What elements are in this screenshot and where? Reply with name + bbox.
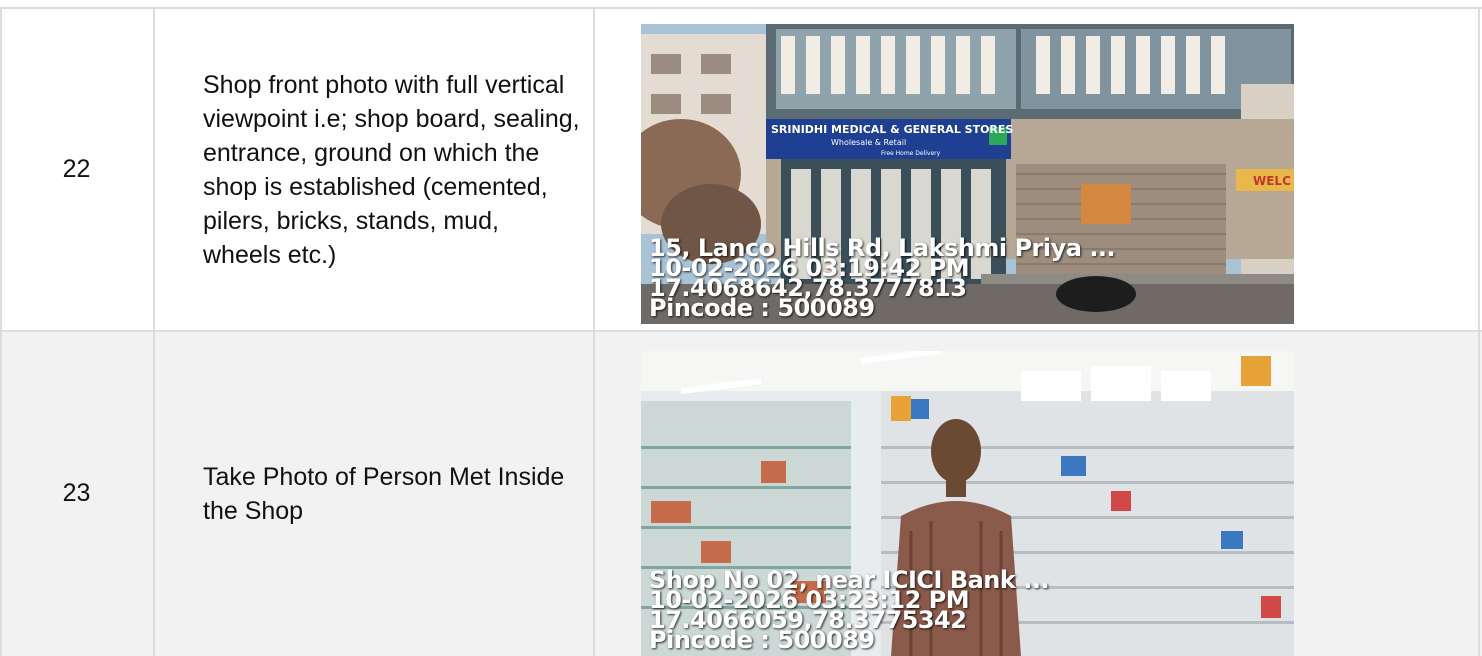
column-divider [0,8,2,656]
geotag-pincode: Pincode : 500089 [649,626,875,654]
table-border-top [0,7,1482,9]
shop-front-photo[interactable]: SRINIDHI MEDICAL & GENERAL STORES Wholes… [641,24,1294,324]
shop-sign-subtitle: Wholesale & Retail [831,138,906,147]
person-met-photo[interactable]: Shop No 02, near ICICI Bank ... 10-02-20… [641,351,1294,656]
photo-geotag-overlay: Shop No 02, near ICICI Bank ... 10-02-20… [649,568,1050,654]
row-description: Shop front photo with full vertical view… [203,70,580,269]
photo-geotag-overlay: 15, Lanco Hills Rd, Lakshmi Priya ... 10… [649,236,1116,320]
row-number: 23 [62,479,91,507]
column-divider [593,8,595,656]
shop-sign-title: SRINIDHI MEDICAL & GENERAL STORES [771,123,1013,136]
photo-cell: SRINIDHI MEDICAL & GENERAL STORES Wholes… [595,8,1480,331]
checklist-table: 22 Shop front photo with full vertical v… [0,0,1482,656]
row-number: 22 [62,155,91,183]
welcome-sign-text: WELC [1253,174,1291,188]
row-divider [0,330,1482,332]
shop-sign-extra: Free Home Delivery [881,150,941,157]
photo-cell: Shop No 02, near ICICI Bank ... 10-02-20… [595,331,1480,656]
row-description: Take Photo of Person Met Inside the Shop [203,462,565,525]
table-row: 22 Shop front photo with full vertical v… [0,8,1482,331]
column-divider [1478,8,1480,656]
column-divider [153,8,155,656]
table-row: 23 Take Photo of Person Met Inside the S… [0,331,1482,656]
